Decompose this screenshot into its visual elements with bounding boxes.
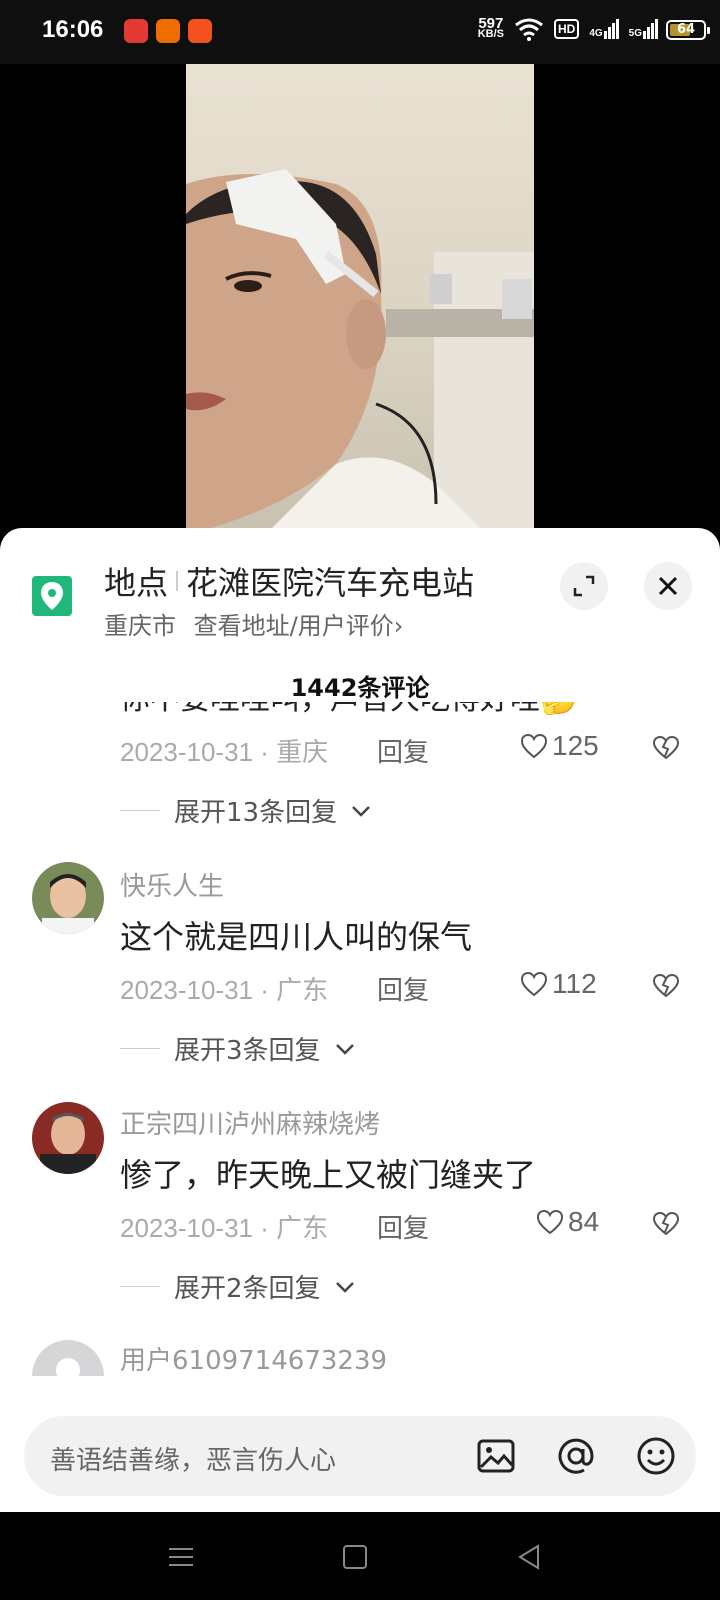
location-subline[interactable]: 重庆市 查看地址/用户评价› (104, 606, 403, 641)
comment-text: 惨了，昨天晚上又被门缝夹了 (120, 1156, 537, 1194)
battery-icon: 64 (666, 20, 710, 40)
comment-input-placeholder: 善语结善缘，恶言伤人心 (50, 1446, 337, 1476)
heart-icon (536, 1209, 564, 1235)
like-count: 112 (552, 968, 597, 999)
comment-text: 你不要哇哇叫，声音大吃得好哇🤔 (120, 702, 577, 718)
reply-button[interactable]: 回复 (377, 732, 429, 769)
divider-line (120, 1048, 160, 1049)
chevron-down-icon (335, 1281, 354, 1293)
location-name[interactable]: 花滩医院汽车充电站 (186, 558, 474, 604)
close-button[interactable] (644, 562, 692, 610)
comment-date: 2023-10-31 · 广东 (120, 1213, 329, 1243)
expand-replies-label: 展开2条回复 (174, 1274, 321, 1304)
at-icon[interactable] (556, 1436, 596, 1476)
divider-line (120, 810, 160, 811)
view-address-link[interactable]: 查看地址/用户评价 (194, 612, 394, 640)
toutiao-app-icon (124, 19, 148, 43)
divider-line (120, 1286, 160, 1287)
comment-username[interactable]: 快乐人生 (120, 866, 224, 903)
like-count: 125 (552, 730, 599, 761)
status-app-icons (124, 19, 212, 43)
heart-icon (520, 733, 548, 759)
sports-app-icon (156, 19, 180, 43)
menu-icon[interactable] (166, 1542, 196, 1572)
dislike-icon[interactable] (652, 1210, 680, 1238)
comment-count-title: 1442条评论 (290, 674, 430, 702)
status-bar: 16:06 597 KB/S HD 4G 5G 64 (0, 0, 720, 64)
reply-button[interactable]: 回复 (377, 970, 429, 1007)
avatar[interactable] (32, 1102, 104, 1174)
location-pin-icon (32, 576, 72, 616)
chevron-down-icon (352, 805, 370, 817)
chevron-right-icon: › (393, 612, 404, 640)
like-button[interactable]: 125 (520, 730, 599, 762)
video-frame[interactable] (186, 64, 534, 534)
avatar[interactable] (32, 862, 104, 934)
comment-input-bar: 善语结善缘，恶言伤人心 (0, 1402, 720, 1512)
expand-replies-label: 展开13条回复 (174, 798, 338, 828)
home-icon[interactable] (340, 1542, 370, 1572)
hd-voice-icon: HD (553, 19, 580, 39)
avatar[interactable] (32, 1340, 104, 1376)
comments-sheet: 地点 花滩医院汽车充电站 重庆市 查看地址/用户评价› 1442条评论 你不要哇… (0, 528, 720, 1512)
location-header[interactable]: 地点 花滩医院汽车充电站 (104, 558, 474, 604)
comment-text: 这个就是四川人叫的保气 (120, 918, 473, 956)
close-icon (658, 576, 678, 596)
battery-level: 64 (676, 22, 696, 37)
comment-username[interactable]: 正宗四川泸州麻辣烧烤 (120, 1104, 380, 1141)
like-button[interactable]: 84 (536, 1206, 599, 1238)
status-indicators: 597 KB/S HD 4G 5G (477, 16, 658, 41)
video-player[interactable] (0, 64, 720, 534)
expand-replies-label: 展开3条回复 (174, 1036, 321, 1066)
battery-cap (707, 27, 710, 34)
like-count: 84 (568, 1206, 600, 1237)
location-city: 重庆市 (104, 612, 176, 640)
video-still-image (186, 169, 534, 534)
comment-list[interactable]: 你不要哇哇叫，声音大吃得好哇🤔 2023-10-31 · 重庆 回复 125 展… (0, 702, 720, 1376)
signal-4g-icon: 4G (589, 19, 619, 39)
expand-replies-button[interactable]: 展开3条回复 (120, 1030, 355, 1067)
image-icon[interactable] (476, 1436, 516, 1476)
emoji-icon[interactable] (636, 1436, 676, 1476)
signal-4g-label: 4G (589, 28, 603, 39)
dislike-icon[interactable] (652, 972, 680, 1000)
comment-date: 2023-10-31 · 广东 (120, 975, 329, 1005)
heart-icon (520, 971, 548, 997)
comment-input[interactable]: 善语结善缘，恶言伤人心 (24, 1416, 696, 1496)
reply-button[interactable]: 回复 (377, 1208, 429, 1245)
expand-replies-button[interactable]: 展开2条回复 (120, 1268, 355, 1305)
chevron-down-icon (335, 1043, 354, 1055)
like-button[interactable]: 112 (520, 968, 597, 1000)
expand-icon (573, 575, 595, 597)
comment-date: 2023-10-31 · 重庆 (120, 737, 329, 767)
shopping-app-icon (188, 19, 212, 43)
back-icon[interactable] (514, 1542, 544, 1572)
signal-5g-label: 5G (628, 28, 642, 39)
expand-replies-button[interactable]: 展开13条回复 (120, 792, 371, 829)
location-separator (176, 571, 179, 591)
system-nav-bar (0, 1512, 720, 1600)
network-speed-unit: KB/S (477, 28, 504, 40)
wifi-icon (515, 18, 543, 41)
signal-5g-icon: 5G (629, 19, 658, 39)
comment-username[interactable]: 用户6109714673239 (120, 1340, 387, 1376)
status-time: 16:06 (42, 16, 104, 43)
expand-button[interactable] (560, 562, 608, 610)
location-label: 地点 (104, 564, 169, 602)
dislike-icon[interactable] (652, 734, 680, 762)
network-speed: 597 KB/S (477, 16, 504, 40)
